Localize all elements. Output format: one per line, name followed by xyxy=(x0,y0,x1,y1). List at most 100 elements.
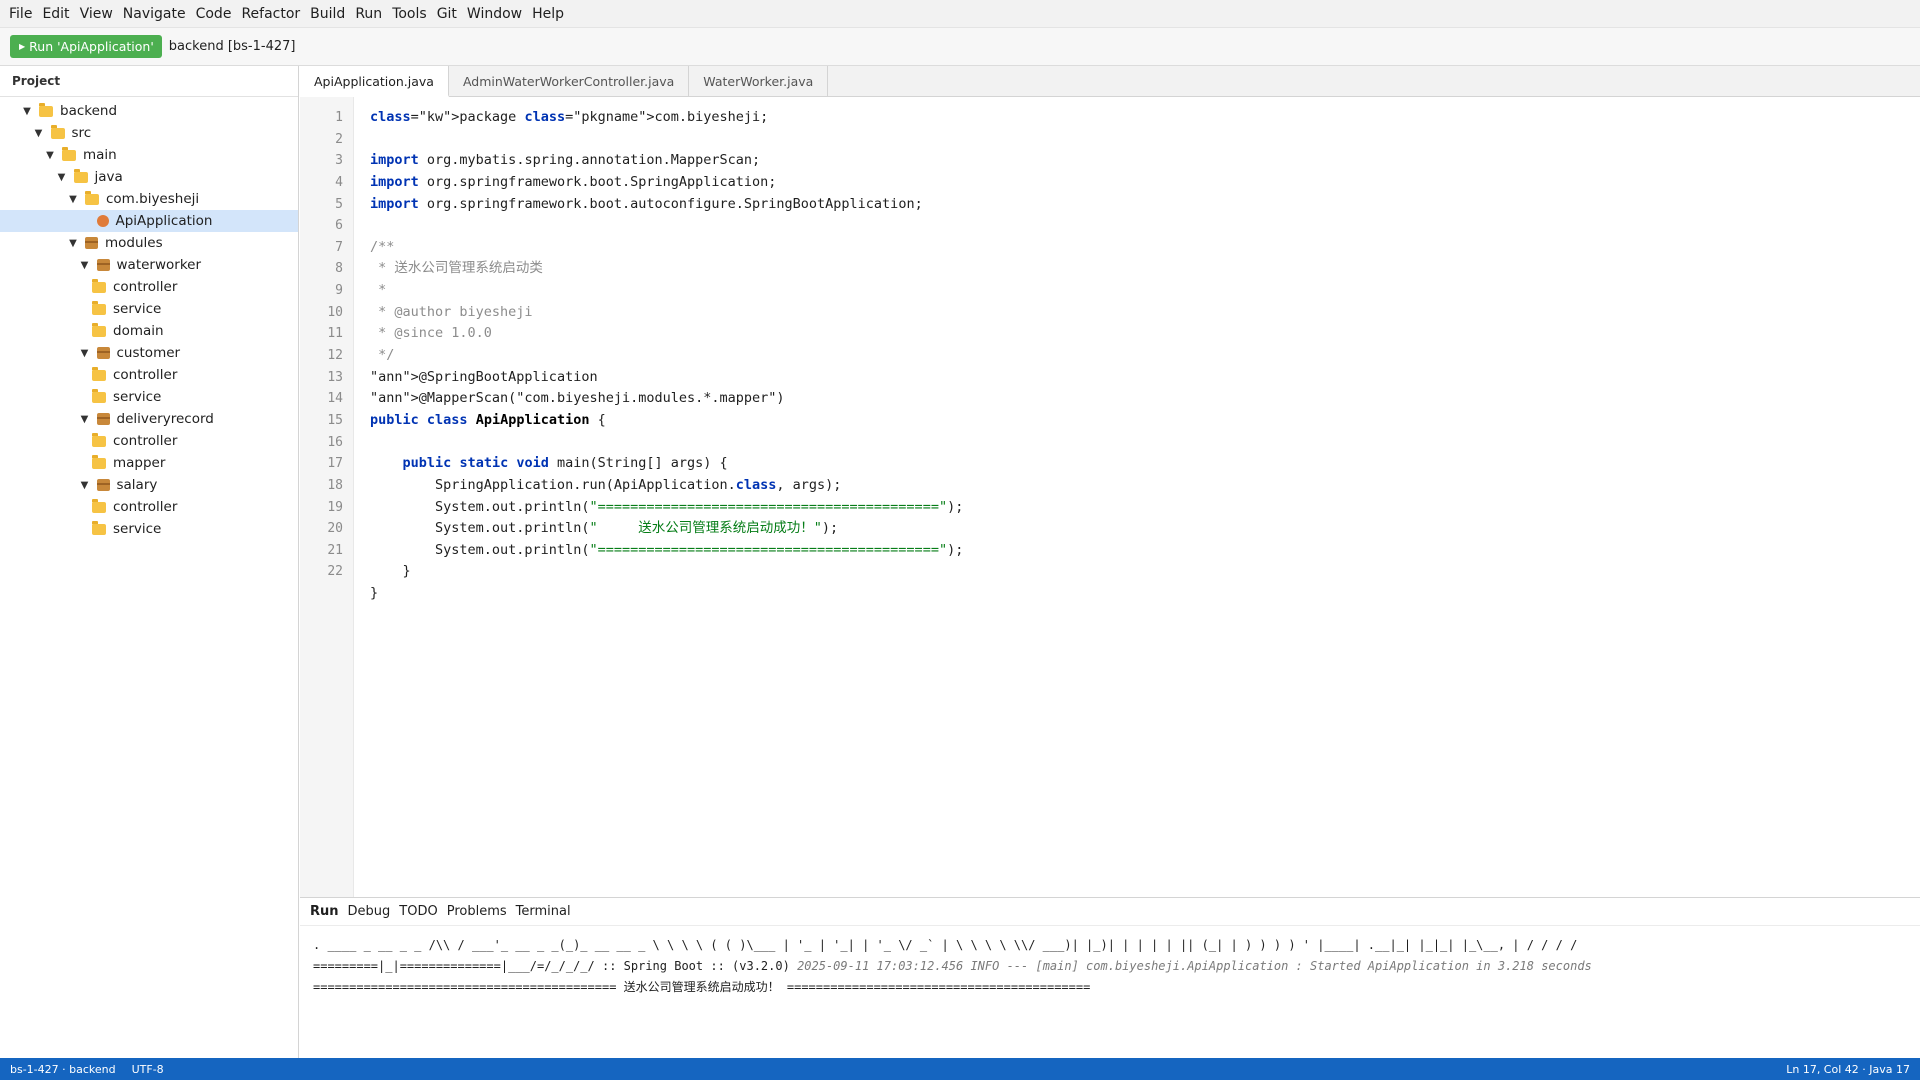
code-line[interactable]: public class ApiApplication { xyxy=(370,410,963,432)
code-editor[interactable]: 1 2 3 4 5 6 7 8 9 10 11 12 13 14 15 16 17 18 19 20 21 22 clas… xyxy=(300,97,1920,897)
run-button[interactable]: ▶ Run 'ApiApplication' xyxy=(10,35,162,58)
code-line[interactable]: } xyxy=(370,583,963,605)
tree-item-service[interactable]: ▼service xyxy=(0,298,298,320)
tree-item-label: deliveryrecord xyxy=(116,411,214,427)
tree-item-mapper[interactable]: ▼mapper xyxy=(0,452,298,474)
tree-item-waterworker[interactable]: ▼ waterworker xyxy=(0,254,298,276)
menu-tools[interactable]: Tools xyxy=(387,0,432,28)
tree-item-controller[interactable]: ▼controller xyxy=(0,430,298,452)
tree-item-label: main xyxy=(83,147,117,163)
code-line[interactable]: import org.mybatis.spring.annotation.Map… xyxy=(370,150,963,172)
code-line[interactable]: class="kw">package class="pkgname">com.b… xyxy=(370,107,963,129)
code-line[interactable]: } xyxy=(370,561,963,583)
tree-item-com-biyesheji[interactable]: ▼ com.biyesheji xyxy=(0,188,298,210)
menu-file[interactable]: File xyxy=(4,0,37,28)
tab-api-application[interactable]: ApiApplication.java xyxy=(300,66,449,97)
expand-arrow-icon[interactable]: ▼ xyxy=(78,348,92,359)
code-line[interactable]: * @author biyesheji xyxy=(370,302,963,324)
expand-arrow-icon[interactable]: ▼ xyxy=(43,150,57,161)
code-line[interactable]: "ann">@MapperScan("com.biyesheji.modules… xyxy=(370,388,963,410)
code-line[interactable] xyxy=(370,432,963,454)
tree-item-apiapplication[interactable]: ▼ApiApplication xyxy=(0,210,298,232)
menu-run[interactable]: Run xyxy=(350,0,387,28)
editor-tabs: ApiApplication.java AdminWaterWorkerCont… xyxy=(300,66,1920,97)
menu-refactor[interactable]: Refactor xyxy=(236,0,305,28)
line-number: 22 xyxy=(327,564,343,580)
tab-water-worker[interactable]: WaterWorker.java xyxy=(689,66,829,97)
menu-view[interactable]: View xyxy=(75,0,118,28)
menu-build[interactable]: Build xyxy=(305,0,350,28)
console-version-line: =========|_|==============|___/=/_/_/_/ … xyxy=(313,956,1913,977)
folder-icon xyxy=(92,278,106,293)
folder-icon xyxy=(92,366,106,381)
tree-item-domain[interactable]: ▼domain xyxy=(0,320,298,342)
menu-window[interactable]: Window xyxy=(462,0,527,28)
tree-item-modules[interactable]: ▼ modules xyxy=(0,232,298,254)
tree-item-src[interactable]: ▼ src xyxy=(0,122,298,144)
tab-admin-water-worker-controller[interactable]: AdminWaterWorkerController.java xyxy=(449,66,690,97)
tree-item-deliveryrecord[interactable]: ▼ deliveryrecord xyxy=(0,408,298,430)
tool-tab-debug[interactable]: Debug xyxy=(348,904,400,919)
tree-item-controller[interactable]: ▼controller xyxy=(0,496,298,518)
code-line[interactable]: import org.springframework.boot.SpringAp… xyxy=(370,172,963,194)
console-output[interactable]: . ____ _ __ _ _ /\\ / ___'_ __ _ _(_)_ _… xyxy=(300,926,1920,998)
tree-item-service[interactable]: ▼service xyxy=(0,386,298,408)
package-icon xyxy=(96,259,110,271)
tree-item-label: src xyxy=(71,125,92,141)
code-content[interactable]: class="kw">package class="pkgname">com.b… xyxy=(370,107,963,605)
tree-item-label: controller xyxy=(113,433,178,449)
menu-help[interactable]: Help xyxy=(527,0,569,28)
tree-item-java[interactable]: ▼ java xyxy=(0,166,298,188)
code-line[interactable] xyxy=(370,215,963,237)
expand-arrow-icon[interactable]: ▼ xyxy=(78,480,92,491)
code-line[interactable]: "ann">@SpringBootApplication xyxy=(370,367,963,389)
code-line[interactable]: public static void main(String[] args) { xyxy=(370,453,963,475)
menu-code[interactable]: Code xyxy=(191,0,237,28)
tree-item-label: waterworker xyxy=(116,257,202,273)
expand-arrow-icon[interactable]: ▼ xyxy=(78,414,92,425)
expand-arrow-icon[interactable]: ▼ xyxy=(66,194,80,205)
tool-tab-problems[interactable]: Problems xyxy=(447,904,516,919)
code-line[interactable]: import org.springframework.boot.autoconf… xyxy=(370,194,963,216)
console-started-log: 2025-09-11 17:03:12.456 INFO --- [main] … xyxy=(797,959,1592,973)
tree-item-customer[interactable]: ▼ customer xyxy=(0,342,298,364)
folder-icon xyxy=(73,168,88,183)
expand-arrow-icon[interactable]: ▼ xyxy=(66,238,80,249)
code-line[interactable]: System.out.println("====================… xyxy=(370,540,963,562)
tool-tab-run[interactable]: Run xyxy=(310,904,348,919)
tree-item-service[interactable]: ▼service xyxy=(0,518,298,540)
expand-arrow-icon[interactable]: ▼ xyxy=(55,172,69,183)
status-cursor-position[interactable]: Ln 17, Col 42 · Java 17 xyxy=(1786,1063,1910,1076)
line-number: 21 xyxy=(327,542,343,558)
tool-tab-terminal[interactable]: Terminal xyxy=(516,904,580,919)
tree-item-backend[interactable]: ▼ backend xyxy=(0,100,298,122)
folder-icon xyxy=(92,454,106,469)
tree-item-main[interactable]: ▼ main xyxy=(0,144,298,166)
expand-arrow-icon[interactable]: ▼ xyxy=(32,128,46,139)
status-project[interactable]: bs-1-427 · backend xyxy=(10,1063,116,1076)
code-line[interactable]: * @since 1.0.0 xyxy=(370,323,963,345)
code-line[interactable]: * 送水公司管理系统启动类 xyxy=(370,258,963,280)
folder-icon xyxy=(62,146,76,161)
menu-git[interactable]: Git xyxy=(432,0,462,28)
status-encoding[interactable]: UTF-8 xyxy=(132,1063,164,1076)
menu-navigate[interactable]: Navigate xyxy=(118,0,191,28)
expand-arrow-icon[interactable]: ▼ xyxy=(20,106,34,117)
code-line[interactable]: /** xyxy=(370,237,963,259)
tree-item-salary[interactable]: ▼ salary xyxy=(0,474,298,496)
code-line[interactable]: System.out.println(" 送水公司管理系统启动成功！"); xyxy=(370,518,963,540)
tree-item-controller[interactable]: ▼controller xyxy=(0,276,298,298)
run-configuration-label[interactable]: backend [bs-1-427] xyxy=(169,39,296,54)
tree-item-controller[interactable]: ▼controller xyxy=(0,364,298,386)
line-number: 10 xyxy=(327,304,343,320)
code-line[interactable]: SpringApplication.run(ApiApplication.cla… xyxy=(370,475,963,497)
code-line[interactable]: System.out.println("====================… xyxy=(370,497,963,519)
menu-edit[interactable]: Edit xyxy=(37,0,74,28)
tool-tab-todo[interactable]: TODO xyxy=(399,904,446,919)
folder-icon xyxy=(92,520,106,535)
code-line[interactable]: */ xyxy=(370,345,963,367)
expand-arrow-icon[interactable]: ▼ xyxy=(78,260,92,271)
line-number: 11 xyxy=(327,326,343,342)
code-line[interactable] xyxy=(370,129,963,151)
code-line[interactable]: * xyxy=(370,280,963,302)
